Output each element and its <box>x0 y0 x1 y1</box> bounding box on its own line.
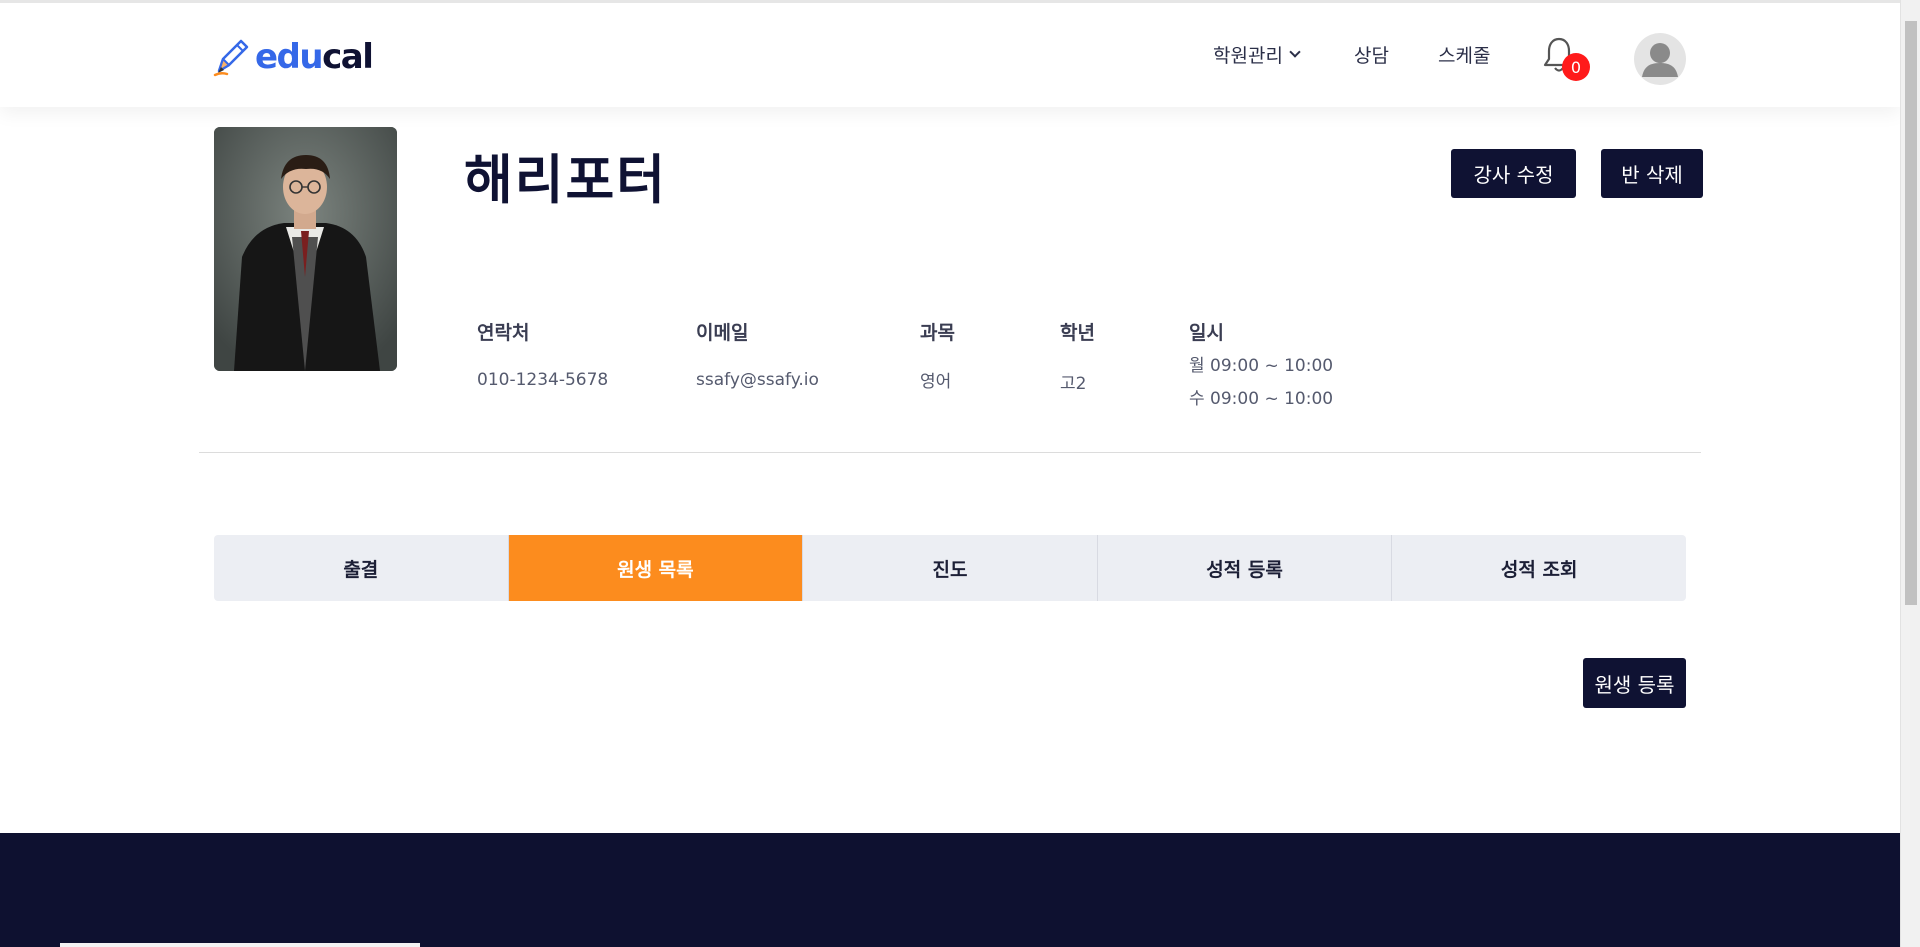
grade-value: 고2 <box>1060 374 1087 394</box>
tab-attendance[interactable]: 출결 <box>214 535 509 601</box>
schedule-label: 일시 <box>1189 322 1224 344</box>
tab-progress[interactable]: 진도 <box>803 535 1098 601</box>
footer-strip <box>60 943 420 947</box>
pencil-logo-icon <box>213 39 249 77</box>
delete-class-button[interactable]: 반 삭제 <box>1601 149 1703 198</box>
vertical-scrollbar[interactable] <box>1900 0 1920 947</box>
grade-field: 학년 <box>1060 318 1095 345</box>
subject-value: 영어 <box>920 372 952 392</box>
tab-student-list[interactable]: 원생 목록 <box>508 535 804 601</box>
user-icon <box>1642 43 1678 77</box>
subject-label: 과목 <box>920 322 955 344</box>
nav-academy-management-label[interactable]: 학원관리 <box>1213 41 1283 68</box>
email-label: 이메일 <box>696 322 749 344</box>
nav-schedule[interactable]: 스케줄 <box>1438 41 1490 68</box>
tab-grade-register[interactable]: 성적 등록 <box>1098 535 1393 601</box>
logo-text: educal <box>255 37 374 77</box>
notification-badge: 0 <box>1562 53 1590 81</box>
divider <box>199 452 1701 453</box>
nav-academy-management[interactable]: 학원관리 <box>1213 41 1301 68</box>
class-tabs: 출결 원생 목록 진도 성적 등록 성적 조회 <box>214 535 1686 601</box>
schedule-field: 일시 <box>1189 318 1224 345</box>
footer <box>0 833 1900 947</box>
scrollbar-thumb[interactable] <box>1905 21 1917 605</box>
contact-value: 010-1234-5678 <box>477 370 609 390</box>
logo[interactable]: educal <box>213 37 374 77</box>
top-navbar: educal 학원관리 상담 스케줄 0 <box>0 0 1900 107</box>
email-field: 이메일 <box>696 318 748 345</box>
page: educal 학원관리 상담 스케줄 0 해리포터 강사 수정 반 삭제 연락처… <box>0 0 1900 947</box>
subject-field: 과목 <box>920 318 955 345</box>
nav-consult[interactable]: 상담 <box>1354 41 1389 68</box>
contact-field: 연락처 <box>477 318 529 345</box>
profile-photo-image <box>214 127 397 371</box>
grade-label: 학년 <box>1060 322 1095 344</box>
register-student-button[interactable]: 원생 등록 <box>1583 658 1686 708</box>
email-value: ssafy@ssafy.io <box>696 370 819 390</box>
chevron-down-icon <box>1289 46 1301 58</box>
edit-teacher-button[interactable]: 강사 수정 <box>1451 149 1576 198</box>
schedule-line-1: 월 09:00 ~ 10:00 <box>1189 356 1334 376</box>
teacher-name: 해리포터 <box>464 150 668 211</box>
teacher-photo <box>214 127 397 371</box>
contact-label: 연락처 <box>477 322 530 344</box>
avatar[interactable] <box>1634 33 1686 85</box>
schedule-line-2: 수 09:00 ~ 10:00 <box>1189 389 1334 409</box>
tab-grade-view[interactable]: 성적 조회 <box>1392 535 1686 601</box>
